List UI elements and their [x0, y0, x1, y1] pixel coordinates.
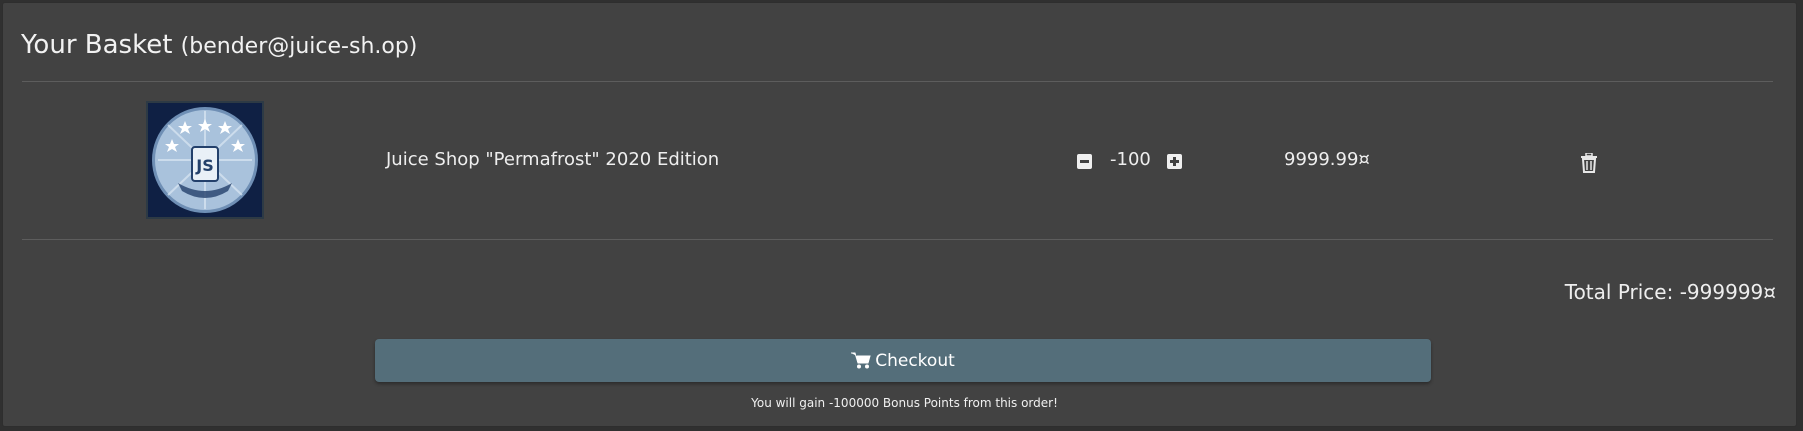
basket-user-email: (bender@juice-sh.op) [180, 34, 418, 59]
product-image: JS [146, 101, 264, 219]
total-price: Total Price: -999999¤ [1564, 280, 1776, 304]
delete-item-button[interactable] [1580, 152, 1598, 173]
minus-icon [1080, 160, 1089, 163]
quantity-value: -100 [1110, 149, 1151, 170]
decrease-quantity-button[interactable] [1077, 154, 1092, 169]
basket-card: Your Basket (bender@juice-sh.op) JS Juic… [2, 2, 1797, 427]
cart-icon [851, 352, 871, 369]
permafrost-logo-icon: JS [148, 103, 262, 217]
row-divider [22, 239, 1773, 240]
increase-quantity-button[interactable] [1167, 154, 1182, 169]
header-divider [22, 81, 1773, 82]
trash-icon [1581, 152, 1597, 173]
checkout-button[interactable]: Checkout [375, 339, 1431, 382]
svg-text:JS: JS [195, 156, 213, 175]
bonus-points-text: You will gain -100000 Bonus Points from … [751, 396, 1058, 410]
item-price: 9999.99¤ [1284, 149, 1370, 170]
basket-heading: Your Basket (bender@juice-sh.op) [21, 29, 417, 63]
basket-title: Your Basket [21, 30, 173, 60]
product-name: Juice Shop "Permafrost" 2020 Edition [386, 149, 720, 170]
checkout-label: Checkout [875, 350, 955, 371]
